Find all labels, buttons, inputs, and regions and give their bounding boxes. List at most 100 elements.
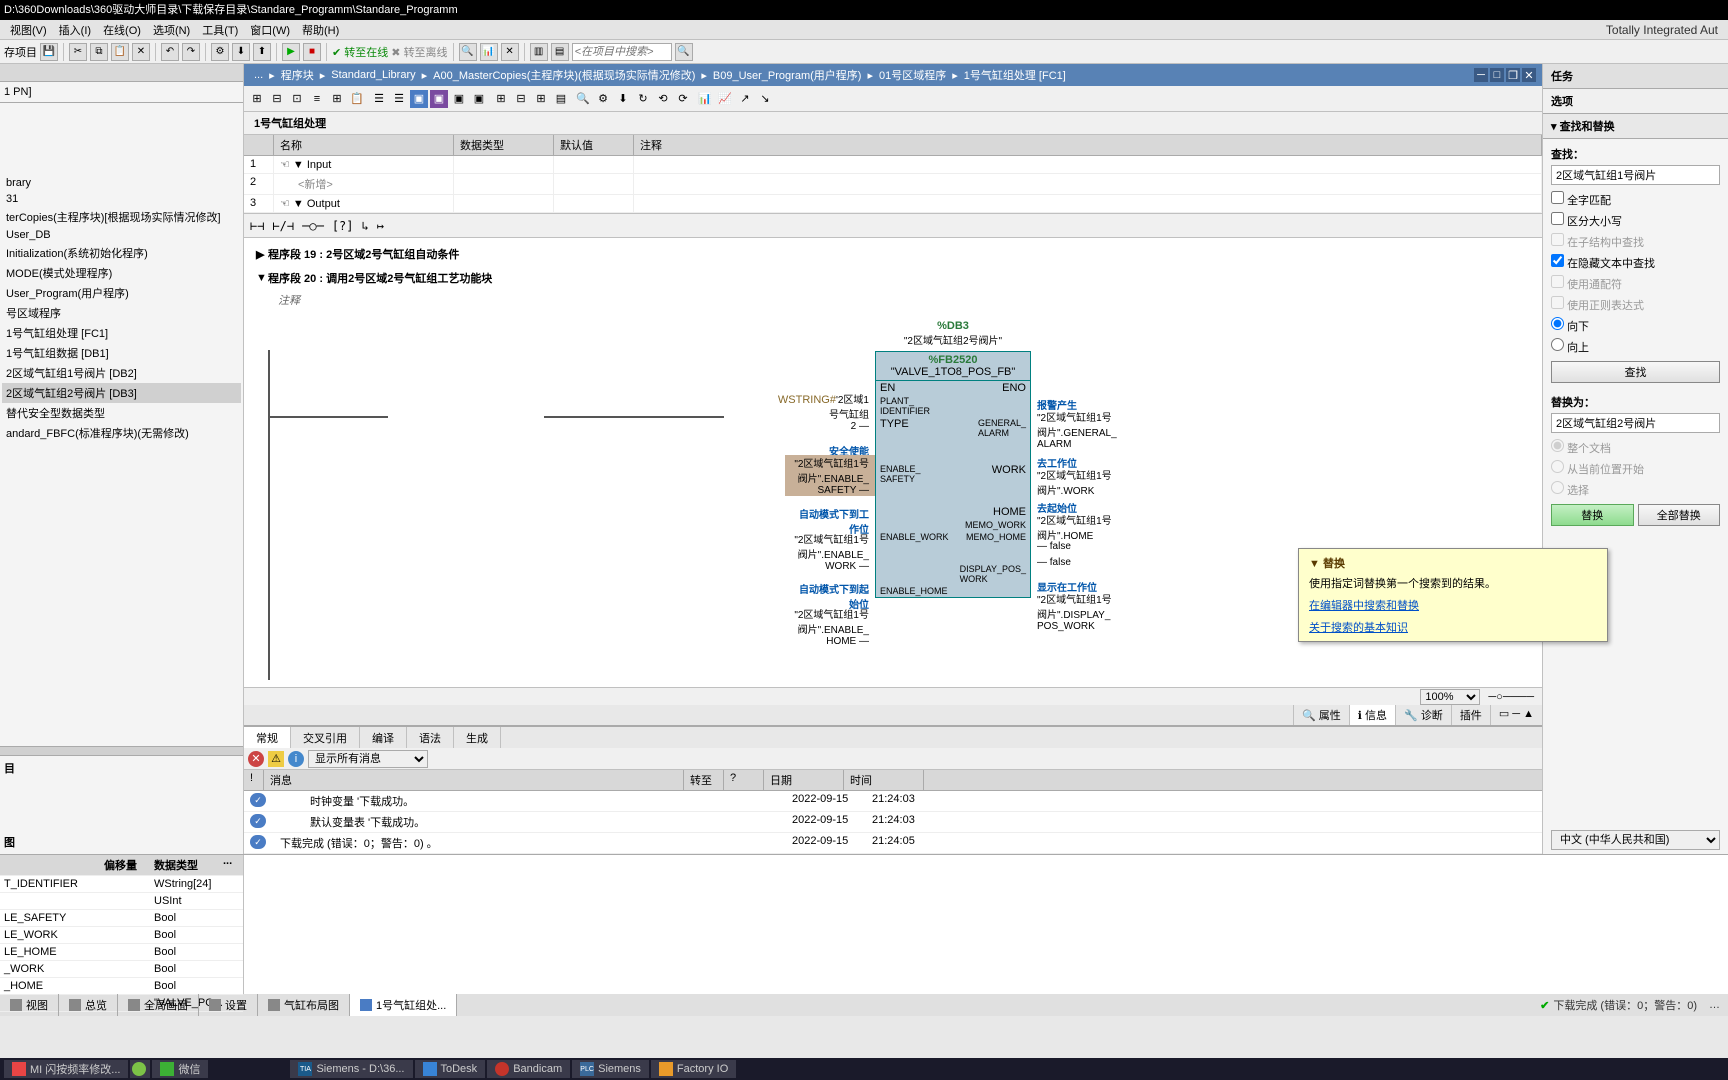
fb-call-box[interactable]: %FB2520 "VALVE_1TO8_POS_FB" ENENO PLANT_… xyxy=(875,351,1031,598)
find-replace-title[interactable]: ▾ 查找和替换 xyxy=(1543,114,1728,139)
find-button[interactable]: 查找 xyxy=(1551,361,1720,383)
prop-tab-info[interactable]: ℹ 信息 xyxy=(1349,705,1395,725)
et-btn[interactable]: ≡ xyxy=(308,90,326,108)
task-item[interactable] xyxy=(130,1060,150,1078)
task-item[interactable]: ToDesk xyxy=(415,1060,486,1078)
fb-input[interactable]: 2 — xyxy=(851,421,875,432)
view-tab[interactable]: 总览 xyxy=(59,994,118,1016)
radio-up[interactable]: 向上 xyxy=(1551,336,1720,357)
project-search-input[interactable] xyxy=(572,43,672,61)
info-tab[interactable]: 交叉引用 xyxy=(291,727,360,748)
fb-output[interactable]: "2区域气缸组1号阀片".GENERAL_ALARM xyxy=(1031,409,1117,450)
fb-input[interactable]: "2区域气缸组1号阀片".ENABLE_HOME — xyxy=(785,606,875,647)
menu-online[interactable]: 在线(O) xyxy=(97,22,147,38)
fb-input[interactable]: "2区域气缸组1号阀片".ENABLE_SAFETY — xyxy=(785,455,875,496)
tree-item[interactable]: andard_FBFC(标准程序块)(无需修改) xyxy=(2,423,241,443)
interface-row[interactable]: 1 ☜ ▼ Input xyxy=(244,156,1542,174)
warning-filter-icon[interactable]: ⚠ xyxy=(268,751,284,767)
et-btn[interactable]: ⊞ xyxy=(532,90,550,108)
prop-winbtn[interactable]: ▭ ─ ▲ xyxy=(1490,705,1542,725)
lad-ncontact-icon[interactable]: ⊢/⊣ xyxy=(272,219,294,233)
et-btn[interactable]: 🔍 xyxy=(574,90,592,108)
msg-row[interactable]: ✓ 默认变量表 '下载成功。 2022-09-15 21:24:03 xyxy=(244,812,1542,833)
et-btn[interactable]: ⬇ xyxy=(614,90,632,108)
tree-item[interactable]: 1号气缸组处理 [FC1] xyxy=(2,323,241,343)
save-project-button[interactable]: 存项目 xyxy=(4,44,37,60)
info-tab[interactable]: 编译 xyxy=(360,727,407,748)
task-item[interactable]: MI 闪按频率修改... xyxy=(4,1060,128,1078)
et-btn[interactable]: ⊟ xyxy=(512,90,530,108)
lad-contact-icon[interactable]: ⊢⊣ xyxy=(250,219,264,233)
et-btn[interactable]: ▣ xyxy=(470,90,488,108)
info-tab[interactable]: 语法 xyxy=(407,727,454,748)
search-go-icon[interactable]: 🔍 xyxy=(675,43,693,61)
et-btn[interactable]: ↗ xyxy=(736,90,754,108)
stop-icon[interactable]: ■ xyxy=(303,43,321,61)
tree-item[interactable]: User_DB xyxy=(2,227,241,243)
task-item[interactable]: 微信 xyxy=(152,1060,208,1078)
tree-item[interactable]: 替代安全型数据类型 xyxy=(2,403,241,423)
tree-item[interactable]: 号区域程序 xyxy=(2,303,241,323)
info-tab[interactable]: 生成 xyxy=(454,727,501,748)
split-v-icon[interactable]: ▤ xyxy=(551,43,569,61)
tree-item[interactable]: brary xyxy=(2,175,241,191)
et-btn[interactable]: ⟲ xyxy=(654,90,672,108)
et-btn[interactable]: ↘ xyxy=(756,90,774,108)
fb-input[interactable]: "2区域气缸组1号阀片".ENABLE_WORK — xyxy=(785,531,875,572)
et-btn[interactable]: 📈 xyxy=(716,90,734,108)
crumb[interactable]: A00_MasterCopies(主程序块)(根据现场实际情况修改) xyxy=(429,67,699,83)
task-item[interactable]: Bandicam xyxy=(487,1060,570,1078)
copy-icon[interactable]: ⧉ xyxy=(90,43,108,61)
et-btn[interactable]: ▣ xyxy=(450,90,468,108)
fb-input[interactable]: WSTRING#'2区域1号气缸组 xyxy=(775,391,875,421)
save-icon[interactable]: 💾 xyxy=(40,43,58,61)
props-row[interactable]: T_IDENTIFIERWString[24] xyxy=(0,876,243,893)
resizer[interactable] xyxy=(0,746,243,756)
language-select[interactable]: 中文 (中华人民共和国) xyxy=(1551,830,1720,850)
tree-item[interactable]: 31 xyxy=(2,191,241,207)
menu-tools[interactable]: 工具(T) xyxy=(196,22,244,38)
maximize-icon[interactable]: □ xyxy=(1490,68,1504,82)
view-tab[interactable]: 气缸布局图 xyxy=(258,994,350,1016)
replace-input[interactable] xyxy=(1551,413,1720,433)
chk-hidden[interactable]: 在隐藏文本中查找 xyxy=(1551,252,1720,273)
props-row[interactable]: USInt xyxy=(0,893,243,910)
tool-c-icon[interactable]: ✕ xyxy=(501,43,519,61)
tooltip-link[interactable]: 在编辑器中搜索和替换 xyxy=(1309,597,1597,613)
compile-icon[interactable]: ⚙ xyxy=(211,43,229,61)
paste-icon[interactable]: 📋 xyxy=(111,43,129,61)
menu-view[interactable]: 视图(V) xyxy=(4,22,53,38)
delete-icon[interactable]: ✕ xyxy=(132,43,150,61)
view-tab[interactable]: 全局画面 xyxy=(118,994,199,1016)
network-19-header[interactable]: ▶ 程序段 19 : 2号区域2号气缸组自动条件 xyxy=(248,242,1538,266)
view-tab[interactable]: 视图 xyxy=(0,994,59,1016)
tree-item[interactable]: terCopies(主程序块)[根据现场实际情况修改] xyxy=(2,207,241,227)
info-filter-icon[interactable]: i xyxy=(288,751,304,767)
error-filter-icon[interactable]: ✕ xyxy=(248,751,264,767)
props-row[interactable]: _WORKBool xyxy=(0,961,243,978)
chk-whole-word[interactable]: 全字匹配 xyxy=(1551,189,1720,210)
replace-button[interactable]: 替换 xyxy=(1551,504,1634,526)
restore-icon[interactable]: ❐ xyxy=(1506,68,1520,82)
menu-window[interactable]: 窗口(W) xyxy=(244,22,296,38)
go-offline-button[interactable]: ✖ 转至离线 xyxy=(391,44,447,60)
props-row[interactable]: LE_WORKBool xyxy=(0,927,243,944)
fb-output[interactable]: — false xyxy=(1031,557,1071,568)
fb-output[interactable]: "2区域气缸组1号阀片".DISPLAY_POS_WORK xyxy=(1031,591,1112,632)
tool-a-icon[interactable]: 🔍 xyxy=(459,43,477,61)
menu-options[interactable]: 选项(N) xyxy=(147,22,196,38)
network-20-header[interactable]: ▼ 程序段 20 : 调用2号区域2号气缸组工艺功能块 xyxy=(248,266,1538,290)
et-btn[interactable]: ↻ xyxy=(634,90,652,108)
crumb[interactable]: B09_User_Program(用户程序) xyxy=(709,67,866,83)
lad-branch-icon[interactable]: ↳ xyxy=(362,219,369,233)
comment-label[interactable]: 注释 xyxy=(248,290,1538,310)
zoom-select[interactable]: 100% xyxy=(1420,689,1480,705)
chk-case[interactable]: 区分大小写 xyxy=(1551,210,1720,231)
et-btn[interactable]: ⊞ xyxy=(248,90,266,108)
upload-icon[interactable]: ⬆ xyxy=(253,43,271,61)
et-btn[interactable]: ⊟ xyxy=(268,90,286,108)
crumb[interactable]: 1号气缸组处理 [FC1] xyxy=(960,67,1070,83)
prop-tab[interactable]: 插件 xyxy=(1451,705,1490,725)
et-btn[interactable]: ▣ xyxy=(430,90,448,108)
et-btn[interactable]: ⊞ xyxy=(328,90,346,108)
